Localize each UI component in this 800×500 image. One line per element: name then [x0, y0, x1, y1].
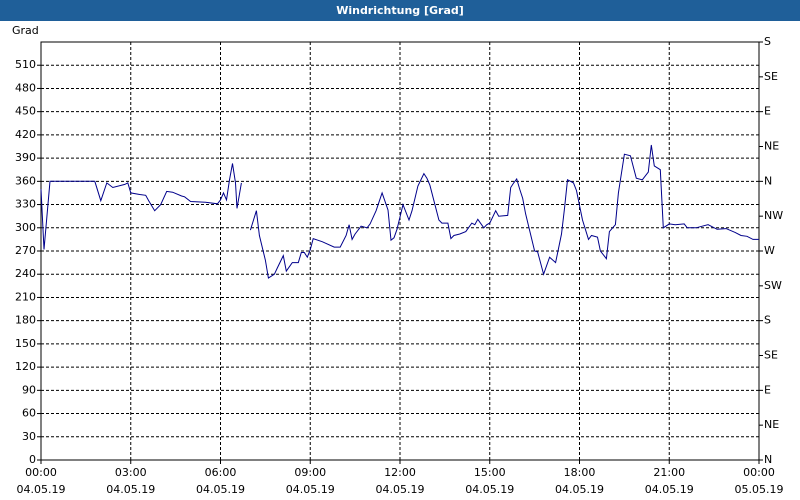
x-tick-time-label: 12:00	[384, 466, 416, 479]
y-tick-label: 150	[15, 337, 36, 350]
y-tick-label: 420	[15, 128, 36, 141]
compass-label: NE	[764, 140, 779, 153]
y-axis-left: 0 30 60 90 120 150 180 210 240 270 300 330 360 390 420…	[15, 58, 41, 466]
x-tick-time-label: 00:00	[743, 466, 775, 479]
y-tick-label: 450	[15, 105, 36, 118]
y-axis-right: N NE E SE S SW W NW N NE E SE S	[759, 35, 783, 466]
x-tick-time-label: 21:00	[653, 466, 685, 479]
series-line	[249, 144, 759, 279]
x-tick-date-label: 04.05.19	[286, 483, 335, 496]
y-tick-label: 300	[15, 221, 36, 234]
compass-label: SE	[764, 349, 778, 362]
x-tick-date-label: 04.05.19	[465, 483, 514, 496]
y-tick-label: 360	[15, 174, 36, 187]
compass-label: NE	[764, 418, 779, 431]
compass-label: E	[764, 105, 771, 118]
x-tick-date-label: 04.05.19	[17, 483, 66, 496]
x-tick-date-label: 04.05.19	[376, 483, 425, 496]
compass-label: E	[764, 383, 771, 396]
y-tick-label: 90	[22, 383, 36, 396]
x-tick-time-label: 09:00	[294, 466, 326, 479]
compass-label: N	[764, 174, 772, 187]
y-tick-label: 510	[15, 58, 36, 71]
x-tick-date-label: 04.05.19	[106, 483, 155, 496]
y-tick-label: 480	[15, 81, 36, 94]
compass-label: NW	[764, 209, 783, 222]
x-tick-time-label: 06:00	[205, 466, 237, 479]
x-tick-time-label: 03:00	[115, 466, 147, 479]
y-tick-label: 0	[29, 453, 36, 466]
y-tick-label: 60	[22, 407, 36, 420]
grid-lines	[41, 42, 759, 460]
chart-window: Windrichtung [Grad] 0 30 60 90 120 150 180 210 2…	[0, 0, 800, 500]
y-tick-label: 240	[15, 267, 36, 280]
compass-label: S	[764, 314, 771, 327]
y-axis-title: Grad	[12, 24, 39, 37]
y-tick-label: 180	[15, 314, 36, 327]
compass-label: SW	[764, 279, 782, 292]
compass-label: N	[764, 453, 772, 466]
wind-direction-chart: 0 30 60 90 120 150 180 210 240 270 300 330 360 390 420…	[12, 24, 784, 496]
x-tick-time-label: 18:00	[564, 466, 596, 479]
series-line	[40, 163, 242, 250]
x-tick-date-label: 04.05.19	[555, 483, 604, 496]
x-tick-date-label: 05.05.19	[735, 483, 784, 496]
y-tick-label: 390	[15, 151, 36, 164]
x-axis: 00:00 04.05.19 03:00 04.05.19 06:00 04.05.19 0…	[17, 460, 784, 496]
window-title: Windrichtung [Grad]	[0, 0, 800, 21]
x-tick-date-label: 04.05.19	[645, 483, 694, 496]
compass-label: S	[764, 35, 771, 48]
y-tick-label: 30	[22, 430, 36, 443]
x-tick-date-label: 04.05.19	[196, 483, 245, 496]
compass-label: SE	[764, 70, 778, 83]
x-tick-time-label: 00:00	[25, 466, 57, 479]
y-tick-label: 120	[15, 360, 36, 373]
x-tick-time-label: 15:00	[474, 466, 506, 479]
y-tick-label: 270	[15, 244, 36, 257]
compass-label: W	[764, 244, 775, 257]
y-tick-label: 330	[15, 198, 36, 211]
y-tick-label: 210	[15, 290, 36, 303]
